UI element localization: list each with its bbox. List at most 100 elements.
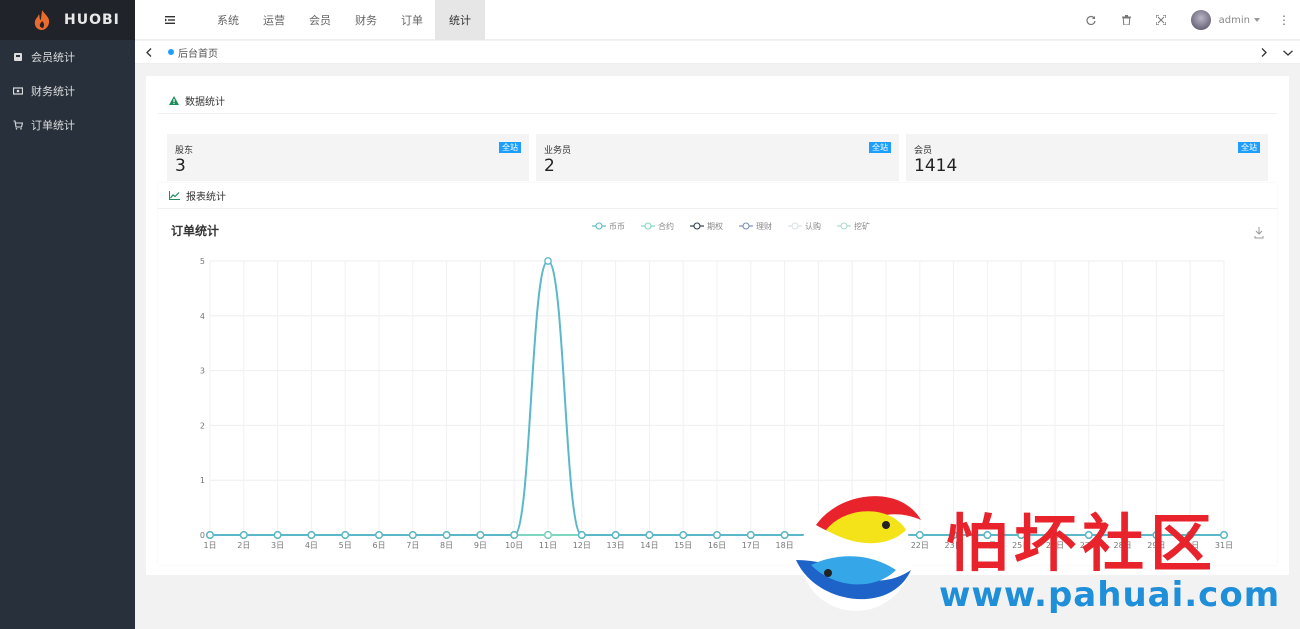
legend-marker — [791, 222, 799, 230]
line-chart-icon — [169, 191, 180, 200]
data-point — [476, 531, 485, 539]
x-tick-label: 13日 — [607, 541, 625, 550]
x-tick-label: 12日 — [573, 541, 591, 550]
tabstrip-right-controls — [1252, 41, 1300, 64]
nav-tab-system[interactable]: 系统 — [205, 0, 251, 40]
download-icon — [1254, 227, 1264, 239]
legend-label: 认购 — [805, 221, 821, 231]
tabs-scroll-left-button[interactable] — [135, 41, 162, 64]
x-tick-label: 16日 — [708, 541, 726, 550]
legend-item[interactable]: 币币 — [592, 222, 625, 231]
legend-marker — [840, 222, 848, 230]
x-tick-label: 14日 — [640, 541, 658, 550]
stat-label: 会员 — [914, 146, 933, 156]
sidebar-item-member-stats[interactable]: 会员统计 — [0, 40, 135, 74]
page-tab-label: 后台首页 — [178, 48, 218, 60]
data-point — [611, 531, 620, 539]
chart-legend: 币币 合约 期权 理财 认购 挖矿 — [592, 221, 870, 231]
huobi-flame-logo-icon — [34, 10, 50, 30]
download-button[interactable] — [1254, 227, 1264, 239]
nav-tab-operations[interactable]: 运营 — [251, 0, 297, 40]
legend-item[interactable]: 认购 — [788, 221, 821, 231]
x-tick-label: 1日 — [203, 541, 216, 550]
tabs-menu-button[interactable] — [1276, 41, 1300, 64]
twin-fish-logo-icon — [796, 496, 921, 611]
sidebar-item-order-stats[interactable]: 订单统计 — [0, 108, 135, 142]
nav-tab-finance[interactable]: 财务 — [343, 0, 389, 40]
legend-label: 币币 — [609, 222, 625, 231]
nav-tab-members[interactable]: 会员 — [297, 0, 343, 40]
cart-icon — [13, 120, 23, 130]
user-name[interactable]: admin — [1219, 15, 1250, 26]
x-tick-label: 9日 — [474, 541, 487, 550]
top-right-tools: admin ⋮ — [1074, 0, 1300, 40]
logo[interactable]: HUOBI — [0, 0, 135, 40]
y-tick-label: 5 — [200, 257, 205, 266]
data-point — [544, 257, 552, 265]
chevron-right-icon — [1261, 48, 1267, 57]
x-tick-label: 10日 — [505, 541, 523, 550]
x-tick-label: 5日 — [339, 541, 352, 550]
y-tick-label: 4 — [200, 312, 205, 321]
stat-box-shareholders: 股东 3 全站 — [167, 134, 529, 181]
legend-item[interactable]: 合约 — [641, 221, 674, 231]
refresh-button[interactable] — [1074, 0, 1109, 40]
data-point — [442, 531, 451, 539]
stat-value: 2 — [544, 156, 555, 176]
nav-tab-orders[interactable]: 订单 — [389, 0, 435, 40]
stat-value: 3 — [175, 156, 186, 176]
data-point — [746, 531, 755, 539]
refresh-icon — [1086, 15, 1096, 25]
card-title: 数据统计 — [185, 97, 225, 108]
page-tab-home[interactable]: 后台首页 — [168, 45, 218, 60]
cash-icon — [13, 87, 23, 95]
legend-item[interactable]: 期权 — [690, 221, 723, 231]
x-tick-label: 2日 — [237, 541, 250, 550]
clear-cache-button[interactable] — [1109, 0, 1144, 40]
card-header: 报表统计 — [158, 183, 1277, 209]
y-tick-label: 2 — [200, 421, 205, 430]
watermark-url: www.pahuai.com — [939, 575, 1281, 615]
data-point — [510, 531, 519, 539]
warning-triangle-icon — [169, 96, 179, 105]
legend-label: 理财 — [756, 221, 772, 231]
legend-marker — [644, 222, 652, 230]
sidebar-item-finance-stats[interactable]: 财务统计 — [0, 74, 135, 108]
x-tick-label: 7日 — [406, 541, 419, 550]
data-stats-card: 数据统计 股东 3 全站 业务员 2 全站 会员 1414 全站 — [158, 88, 1277, 184]
page-tab-strip: 后台首页 — [135, 41, 1300, 64]
x-tick-label: 8日 — [440, 541, 453, 550]
legend-item[interactable]: 挖矿 — [837, 221, 870, 231]
chevron-down-icon — [1283, 49, 1293, 56]
chevron-down-icon[interactable] — [1254, 18, 1260, 22]
sidebar-item-label: 订单统计 — [31, 119, 75, 132]
watermark-text: 怕坏社区 — [946, 507, 1219, 580]
tabs-scroll-right-button[interactable] — [1252, 41, 1276, 64]
x-tick-label: 6日 — [372, 541, 385, 550]
legend-label: 合约 — [658, 221, 674, 231]
data-point — [307, 531, 316, 539]
menu-toggle-button[interactable] — [135, 0, 205, 40]
nav-tab-statistics[interactable]: 统计 — [435, 0, 485, 40]
menu-collapse-icon — [165, 15, 175, 24]
data-point — [273, 531, 282, 539]
scope-badge: 全站 — [869, 142, 891, 153]
avatar[interactable] — [1190, 10, 1211, 30]
more-vertical-icon[interactable]: ⋮ — [1274, 13, 1294, 27]
watermark: 怕坏社区 www.pahuai.com — [786, 485, 1286, 620]
brand-name: HUOBI — [64, 12, 120, 28]
stat-box-salespersons: 业务员 2 全站 — [536, 134, 899, 181]
sidebar-item-label: 会员统计 — [31, 51, 75, 64]
sidebar: HUOBI 会员统计 财务统计 订单统计 — [0, 0, 135, 629]
top-navbar: 系统 运营 会员 财务 订单 统计 admin ⋮ — [135, 0, 1300, 40]
fullscreen-button[interactable] — [1144, 0, 1179, 40]
data-point — [341, 531, 350, 539]
stat-label: 股东 — [175, 146, 194, 156]
trash-icon — [1121, 15, 1131, 25]
legend-item[interactable]: 理财 — [739, 221, 772, 231]
x-tick-label: 15日 — [674, 541, 692, 550]
legend-label: 挖矿 — [854, 221, 870, 231]
x-tick-label: 17日 — [742, 541, 760, 550]
x-tick-label: 11日 — [539, 541, 557, 550]
data-point — [713, 531, 721, 539]
